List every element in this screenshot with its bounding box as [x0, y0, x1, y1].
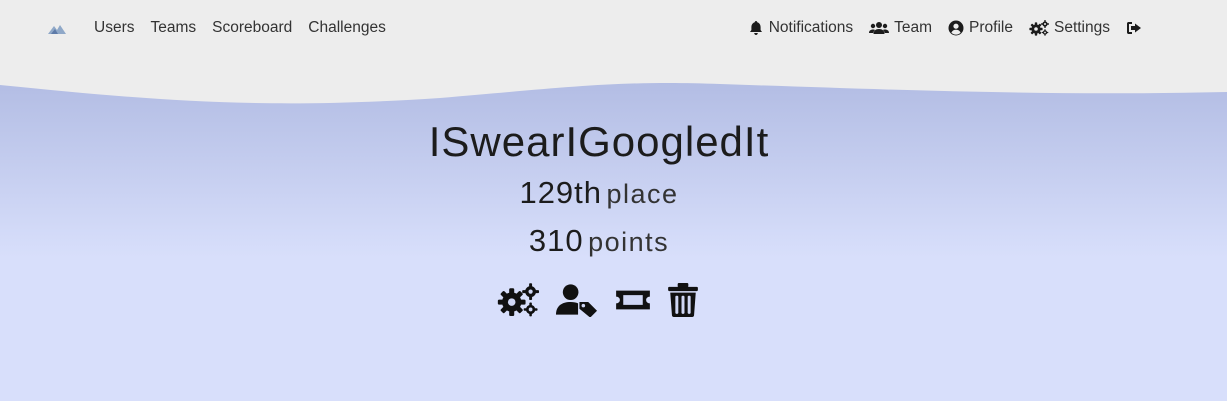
disband-team-button[interactable]	[668, 283, 698, 317]
cogs-icon	[1029, 20, 1049, 36]
nav-right-links: Notifications Team Profile Settings	[732, 0, 1142, 56]
place-value: 129th	[519, 175, 603, 210]
nav-notifications-label: Notifications	[768, 19, 854, 36]
users-icon	[869, 22, 890, 34]
nav-left-links: Users Teams Scoreboard Challenges	[94, 0, 402, 56]
points-value: 310	[528, 223, 584, 258]
nav-link-challenges[interactable]: Challenges	[308, 19, 386, 37]
nav-profile-label: Profile	[969, 19, 1013, 36]
team-points: 310 points	[0, 223, 1198, 259]
team-header: ISwearIGoogledIt 129th place 310 points	[0, 0, 1227, 401]
team-place: 129th place	[0, 175, 1198, 211]
bell-icon	[749, 21, 762, 35]
invite-button[interactable]	[614, 285, 652, 315]
nav-link-notifications[interactable]: Notifications	[748, 19, 853, 37]
team-actions	[497, 283, 714, 317]
nav-link-team[interactable]: Team	[869, 19, 932, 37]
place-label: place	[606, 179, 679, 209]
points-label: points	[588, 227, 670, 257]
nav-settings-label: Settings	[1053, 19, 1110, 36]
nav-link-settings[interactable]: Settings	[1029, 19, 1110, 37]
nav-link-scoreboard[interactable]: Scoreboard	[212, 19, 292, 37]
nav-link-logout[interactable]	[1126, 20, 1142, 36]
user-circle-icon	[948, 20, 964, 36]
team-name: ISwearIGoogledIt	[428, 118, 770, 165]
edit-team-button[interactable]	[497, 283, 539, 317]
nav-link-profile[interactable]: Profile	[948, 19, 1013, 37]
logout-icon	[1127, 22, 1141, 34]
nav-team-label: Team	[894, 19, 933, 36]
nav-link-teams[interactable]: Teams	[150, 19, 196, 37]
top-navbar: Users Teams Scoreboard Challenges Notifi…	[0, 0, 1227, 56]
trash-icon	[668, 283, 698, 317]
site-logo-icon[interactable]	[47, 20, 67, 36]
choose-captain-button[interactable]	[555, 283, 598, 317]
ticket-icon	[616, 290, 650, 310]
cogs-icon	[497, 283, 539, 317]
nav-link-users[interactable]: Users	[94, 19, 134, 37]
user-tag-icon	[555, 284, 598, 317]
